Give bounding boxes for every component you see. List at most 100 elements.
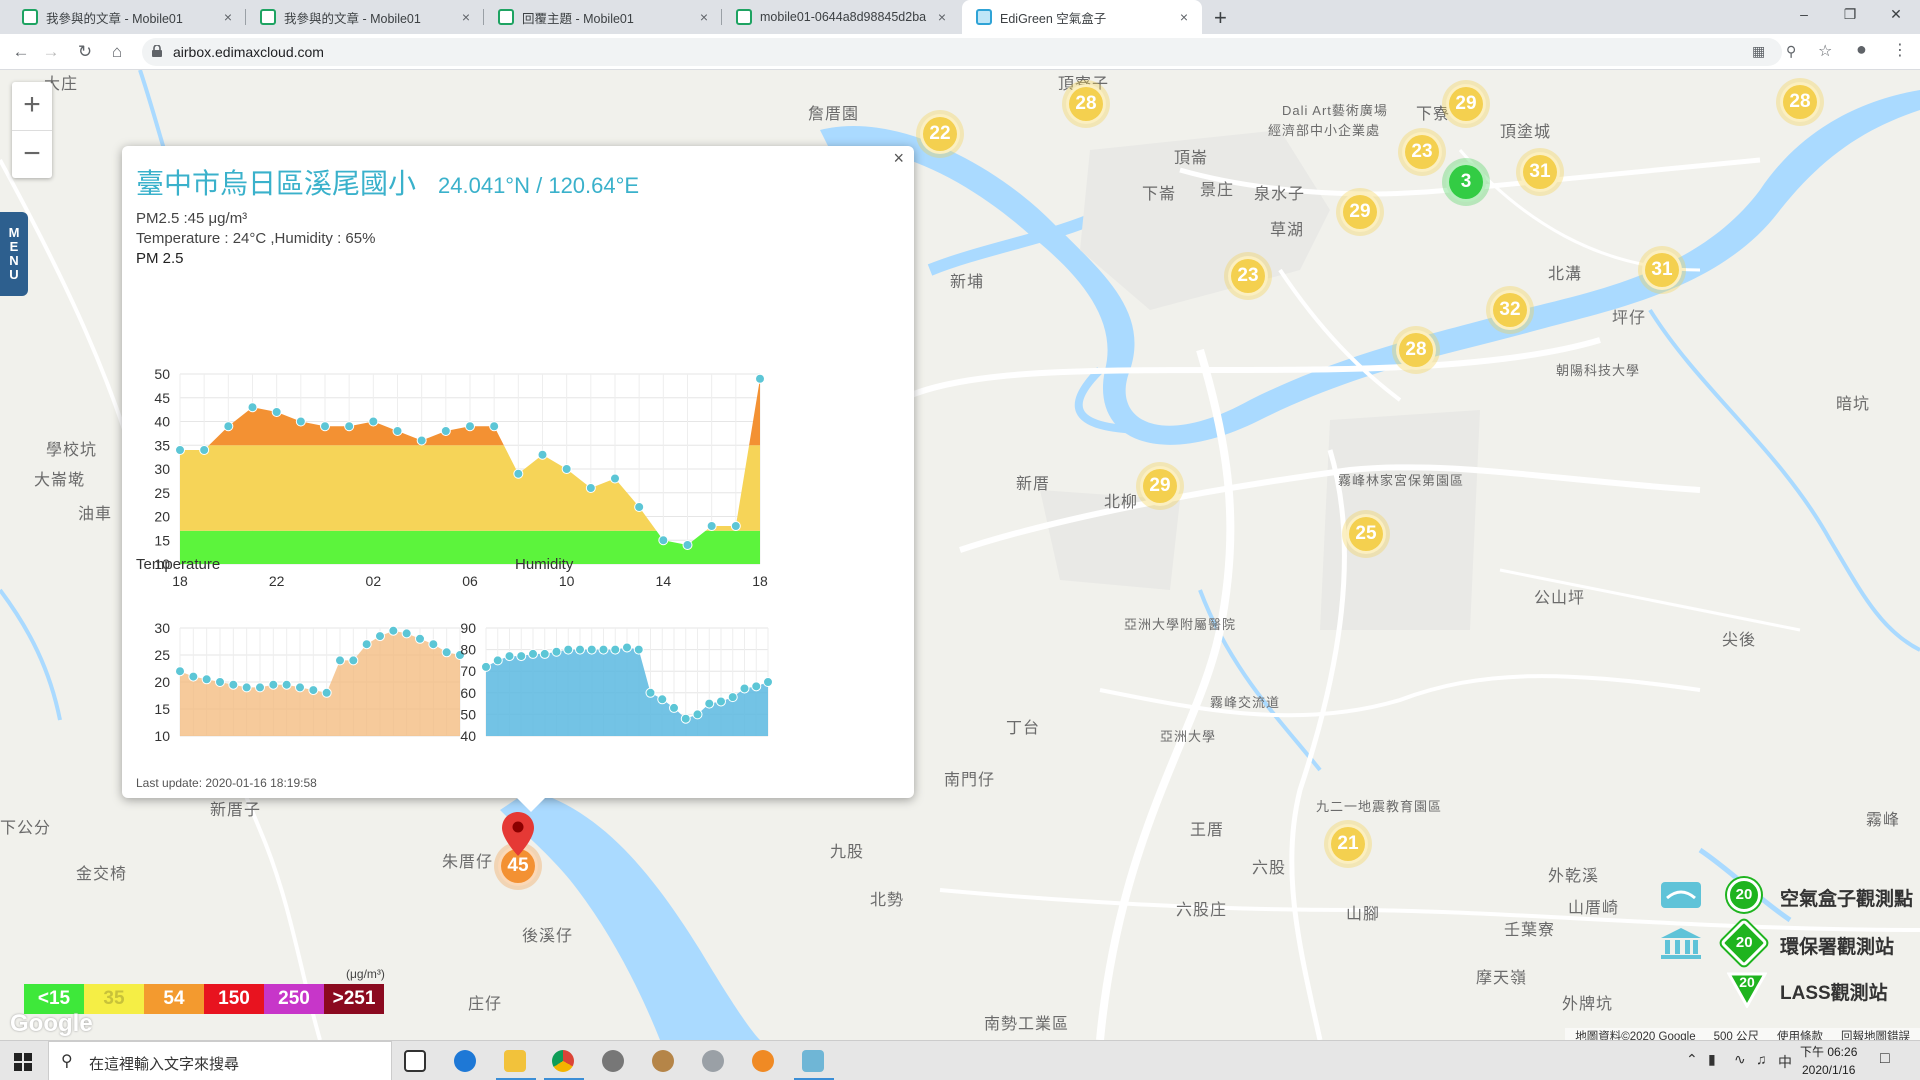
back-arrow-icon[interactable]: ← — [10, 42, 32, 62]
pm25-station-bubble[interactable]: 3 — [1446, 162, 1486, 202]
browser-tab-3[interactable]: 回覆主題 - Mobile01 × — [484, 0, 722, 34]
humidity-chart-title: Humidity — [515, 556, 574, 573]
taskbar-clock[interactable]: 下午 06:26 2020/1/16 — [1800, 1043, 1857, 1079]
map-canvas[interactable]: 大庄 詹厝園 頂寮子 下寮 頂塗城 Dali Art藝術廣場 經濟部中小企業處 … — [0, 70, 1920, 1040]
map-label: 詹厝園 — [808, 106, 860, 123]
data-point — [271, 407, 282, 417]
tab-title: EdiGreen 空氣盒子 — [1000, 11, 1107, 26]
terms-link[interactable]: 使用條款 — [1777, 1028, 1823, 1040]
chrome-browser-icon[interactable] — [552, 1050, 574, 1072]
pm25-station-bubble[interactable]: 25 — [1346, 514, 1386, 554]
data-point — [465, 421, 475, 432]
tray-chevron-icon[interactable]: ⌃ — [1686, 1051, 1698, 1068]
pm25-station-bubble[interactable]: 29 — [1446, 84, 1486, 124]
map-label: 亞洲大學 — [1160, 729, 1217, 744]
data-point — [295, 416, 306, 427]
pm25-station-bubble[interactable]: 31 — [1642, 250, 1682, 290]
volume-icon[interactable]: ♫ — [1756, 1051, 1767, 1067]
translate-icon[interactable]: ▦ — [1752, 43, 1765, 60]
home-icon[interactable]: ⌂ — [106, 42, 128, 62]
reload-icon[interactable]: ↻ — [74, 42, 96, 62]
restore-window-icon[interactable]: ❐ — [1830, 6, 1870, 23]
pm25-station-bubble[interactable]: 21 — [1328, 824, 1368, 864]
tab-close-icon[interactable]: × — [1176, 9, 1192, 25]
wifi-icon[interactable]: ∿ — [1734, 1051, 1746, 1068]
menu-side-button[interactable]: M E N U — [0, 212, 28, 296]
pm25-station-bubble[interactable]: 22 — [920, 114, 960, 154]
pm25-station-bubble[interactable]: 23 — [1228, 256, 1268, 296]
ime-indicator[interactable]: 中 — [1778, 1052, 1792, 1072]
app-icon[interactable] — [652, 1050, 674, 1072]
task-view-icon[interactable] — [404, 1050, 426, 1072]
browser-menu-icon[interactable]: ⋮ — [1892, 40, 1908, 60]
pm25-band — [180, 445, 760, 531]
menu-letter: E — [9, 239, 19, 254]
legend-label: LASS觀測站 — [1780, 983, 1888, 1004]
map-label: 九二一地震教育園區 — [1316, 799, 1443, 814]
mobile01-favicon-icon — [736, 9, 752, 25]
pm25-station-bubble[interactable]: 28 — [1780, 82, 1820, 122]
map-label: 北柳 — [1104, 494, 1139, 511]
bookmark-star-icon[interactable]: ☆ — [1818, 41, 1832, 61]
minimize-window-icon[interactable]: – — [1784, 6, 1824, 22]
notification-icon[interactable]: □ — [1880, 1050, 1890, 1068]
popup-close-button[interactable]: × — [893, 148, 904, 169]
data-point — [308, 685, 319, 696]
data-point — [428, 639, 439, 650]
data-point — [175, 666, 185, 677]
zoom-magnifier-icon[interactable]: ⚲ — [1786, 43, 1796, 60]
tab-close-icon[interactable]: × — [696, 9, 712, 25]
blender-icon[interactable] — [752, 1050, 774, 1072]
zoom-in-button[interactable]: + — [12, 82, 52, 130]
map-pin-icon[interactable] — [502, 812, 534, 856]
y-tick-label: 50 — [460, 706, 476, 722]
browser-tab-1[interactable]: 我參與的文章 - Mobile01 × — [8, 0, 246, 34]
data-point — [401, 628, 412, 639]
legend-airbox: 20 空氣盒子觀測點 — [1655, 876, 1920, 916]
windows-start-icon[interactable] — [14, 1053, 32, 1071]
pm25-station-bubble[interactable]: 31 — [1520, 152, 1560, 192]
pm25-station-bubble[interactable]: 29 — [1340, 192, 1380, 232]
pm25-station-bubble[interactable]: 28 — [1066, 84, 1106, 124]
edge-browser-icon[interactable] — [454, 1050, 476, 1072]
station-info-popup: × 臺中市烏日區溪尾國小 24.041°N / 120.64°E PM2.5 :4… — [122, 146, 914, 812]
map-label: 後溪仔 — [522, 928, 574, 945]
address-bar[interactable]: airbox.edimaxcloud.com — [142, 38, 1782, 66]
tab-close-icon[interactable]: × — [458, 9, 474, 25]
pm25-station-bubble[interactable]: 29 — [1140, 466, 1180, 506]
new-tab-button[interactable]: + — [1214, 5, 1227, 31]
tab-close-icon[interactable]: × — [934, 9, 950, 25]
browser-tab-2[interactable]: 我參與的文章 - Mobile01 × — [246, 0, 484, 34]
report-error-link[interactable]: 回報地圖錯誤 — [1841, 1028, 1910, 1040]
app-icon[interactable] — [702, 1050, 724, 1072]
map-label: 王厝 — [1190, 822, 1225, 839]
close-window-icon[interactable]: ✕ — [1876, 6, 1916, 23]
profile-avatar-icon[interactable]: ● — [1856, 39, 1867, 60]
x-tick-label: 14 — [656, 573, 672, 589]
y-tick-label: 40 — [460, 728, 476, 744]
browser-tab-5-active[interactable]: EdiGreen 空氣盒子 × — [962, 0, 1202, 34]
legend-level: 54 — [144, 984, 204, 1014]
map-label: 公山坪 — [1534, 590, 1586, 607]
pm25-station-bubble[interactable]: 23 — [1402, 132, 1442, 172]
zoom-out-button[interactable]: − — [12, 130, 52, 178]
browser-tab-4[interactable]: mobile01-0644a8d98845d2ba × — [722, 0, 960, 34]
map-label: 南門仔 — [944, 772, 996, 789]
map-label: 新埔 — [950, 274, 985, 291]
forward-arrow-icon[interactable]: → — [40, 42, 62, 62]
map-label: 山腳 — [1346, 906, 1381, 923]
data-point — [657, 694, 668, 705]
pm25-station-bubble[interactable]: 32 — [1490, 290, 1530, 330]
file-explorer-icon[interactable] — [504, 1050, 526, 1072]
app-icon[interactable] — [602, 1050, 624, 1072]
y-tick-label: 30 — [154, 620, 170, 636]
taskbar-search-box[interactable]: ⚲ 在這裡輸入文字來搜尋 — [48, 1041, 392, 1080]
data-point — [201, 674, 212, 685]
app-icon[interactable] — [802, 1050, 824, 1072]
data-point — [199, 445, 210, 455]
x-tick-label: 22 — [269, 573, 285, 589]
battery-icon[interactable]: ▮ — [1708, 1051, 1716, 1068]
pm25-station-bubble[interactable]: 28 — [1396, 330, 1436, 370]
mobile01-favicon-icon — [498, 9, 514, 25]
tab-close-icon[interactable]: × — [220, 9, 236, 25]
